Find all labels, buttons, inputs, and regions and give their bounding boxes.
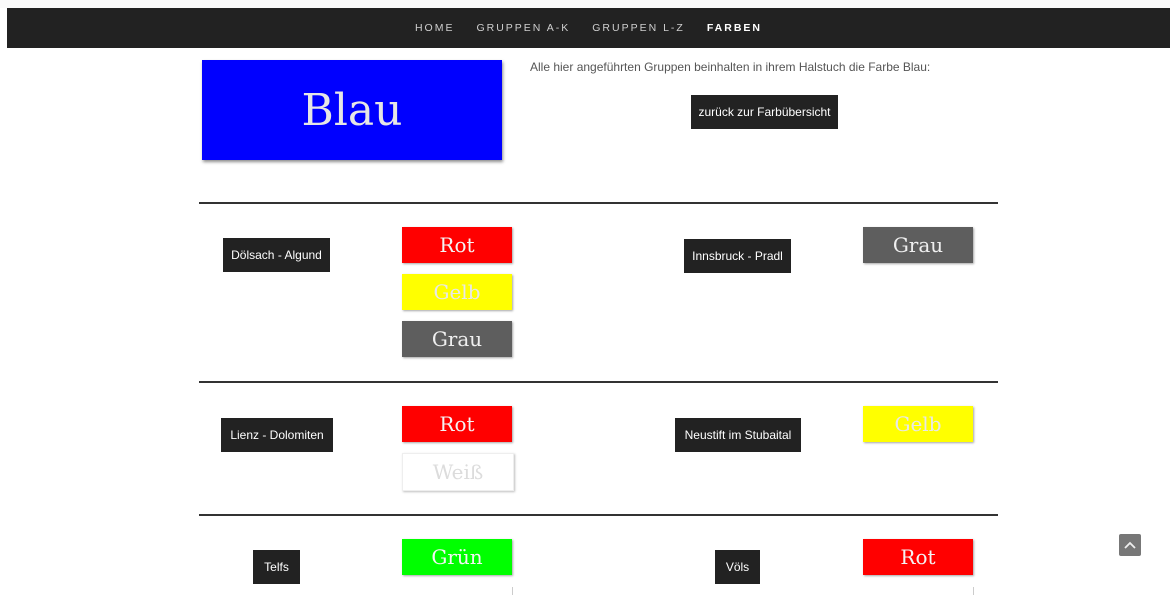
section-divider <box>199 202 998 204</box>
color-swatch-rot: Rot <box>863 539 973 575</box>
color-swatch-weiss: Weiß <box>402 453 514 491</box>
nav-gruppen-a-k[interactable]: GRUPPEN A-K <box>476 22 570 34</box>
hero-color-swatch: Blau <box>202 60 502 160</box>
top-edge <box>0 0 1170 8</box>
color-swatch-rot: Rot <box>402 406 512 442</box>
nav-farben[interactable]: FARBEN <box>707 22 762 34</box>
color-swatch-gruen: Grün <box>402 539 512 575</box>
scroll-to-top-button[interactable] <box>1119 534 1141 556</box>
group-button-voels[interactable]: Völs <box>715 550 760 584</box>
group-button-lienz-dolomiten[interactable]: Lienz - Dolomiten <box>221 418 333 452</box>
nav-gruppen-l-z[interactable]: GRUPPEN L-Z <box>592 22 685 34</box>
color-swatch-partial <box>402 587 513 595</box>
group-button-telfs[interactable]: Telfs <box>253 550 300 584</box>
main-navbar: HOME GRUPPEN A-K GRUPPEN L-Z FARBEN <box>7 8 1170 48</box>
group-button-neustift-im-stubaital[interactable]: Neustift im Stubaital <box>675 418 801 452</box>
color-swatch-gelb: Gelb <box>863 406 973 442</box>
color-swatch-grau: Grau <box>402 321 512 357</box>
group-button-innsbruck-pradl[interactable]: Innsbruck - Pradl <box>684 239 791 273</box>
section-divider <box>199 381 998 383</box>
color-swatch-partial <box>863 587 974 595</box>
group-button-doelsach-algund[interactable]: Dölsach - Algund <box>223 238 330 272</box>
chevron-up-icon <box>1124 536 1136 554</box>
intro-text: Alle hier angeführten Gruppen beinhalten… <box>530 60 931 74</box>
back-to-color-overview-button[interactable]: zurück zur Farbübersicht <box>691 95 838 129</box>
section-divider <box>199 514 998 516</box>
color-swatch-rot: Rot <box>402 227 512 263</box>
color-swatch-gelb: Gelb <box>402 274 512 310</box>
color-swatch-grau: Grau <box>863 227 973 263</box>
nav-home[interactable]: HOME <box>415 22 455 34</box>
